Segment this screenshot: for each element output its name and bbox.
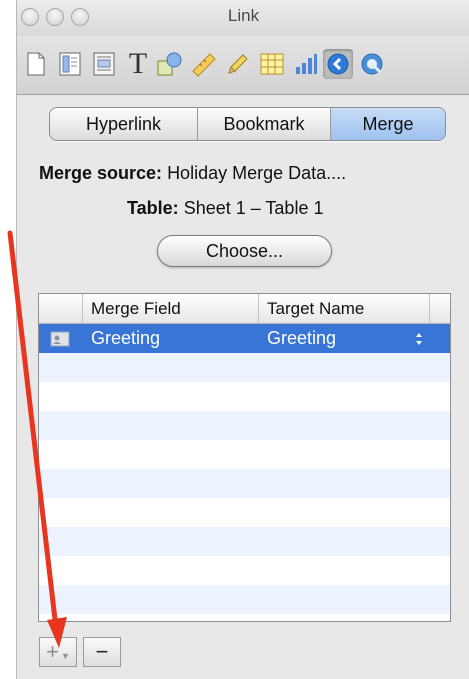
tab-merge[interactable]: Merge — [331, 108, 445, 140]
contact-card-icon — [49, 324, 71, 353]
document-icon[interactable] — [21, 49, 51, 79]
merge-field-cell: Greeting — [91, 328, 161, 348]
target-name-column-header[interactable]: Target Name — [259, 294, 430, 323]
wrap-icon[interactable] — [89, 49, 119, 79]
dropdown-arrow-icon: ▼ — [60, 651, 70, 661]
choose-button[interactable]: Choose... — [157, 235, 332, 267]
inspector-toolbar: T — [17, 36, 469, 95]
remove-label: − — [95, 639, 109, 664]
merge-table-row: Table: Sheet 1 – Table 1 — [127, 198, 323, 219]
empty-row — [39, 498, 450, 527]
empty-row — [39, 440, 450, 469]
quicktime-icon[interactable] — [357, 49, 387, 79]
layout-icon[interactable] — [55, 49, 85, 79]
empty-row — [39, 411, 450, 440]
link-icon[interactable] — [323, 49, 353, 79]
empty-row — [39, 556, 450, 585]
empty-row — [39, 469, 450, 498]
merge-table-value: Sheet 1 – Table 1 — [183, 198, 324, 218]
add-field-button[interactable]: + ▼ — [39, 637, 77, 667]
icon-column-header[interactable] — [39, 294, 83, 323]
empty-row — [39, 527, 450, 556]
target-name-cell[interactable]: Greeting — [267, 324, 336, 353]
text-icon[interactable]: T — [123, 49, 153, 79]
merge-source-label: Merge source: — [39, 163, 163, 183]
pencil-icon[interactable] — [223, 49, 253, 79]
link-mode-segmented-control: Hyperlink Bookmark Merge — [49, 107, 446, 141]
merge-source-value: Holiday Merge Data.... — [167, 163, 347, 183]
title-bar: Link — [17, 0, 469, 36]
empty-row — [39, 382, 450, 411]
table-row[interactable]: Greeting Greeting — [39, 324, 450, 353]
table-header: Merge Field Target Name — [39, 294, 450, 324]
target-stepper-icon[interactable] — [412, 324, 426, 353]
merge-field-column-header[interactable]: Merge Field — [83, 294, 259, 323]
merge-source-row: Merge source: Holiday Merge Data.... — [39, 163, 346, 184]
tab-hyperlink[interactable]: Hyperlink — [50, 108, 198, 140]
shapes-icon[interactable] — [155, 49, 185, 79]
empty-row — [39, 353, 450, 382]
ruler-icon[interactable] — [189, 49, 219, 79]
empty-row — [39, 585, 450, 614]
table-icon[interactable] — [257, 49, 287, 79]
add-label: + — [46, 639, 59, 664]
chart-icon[interactable] — [291, 49, 321, 79]
merge-fields-table: Merge Field Target Name Greeting Greetin… — [38, 293, 451, 622]
merge-table-label: Table: — [127, 198, 179, 218]
inspector-content: Hyperlink Bookmark Merge Merge source: H… — [17, 95, 469, 679]
tab-bookmark[interactable]: Bookmark — [198, 108, 331, 140]
remove-field-button[interactable]: − — [83, 637, 121, 667]
window-title: Link — [227, 6, 260, 25]
link-inspector-window: Link T Hyperlink Bookmark Merge Merge so… — [16, 0, 469, 679]
